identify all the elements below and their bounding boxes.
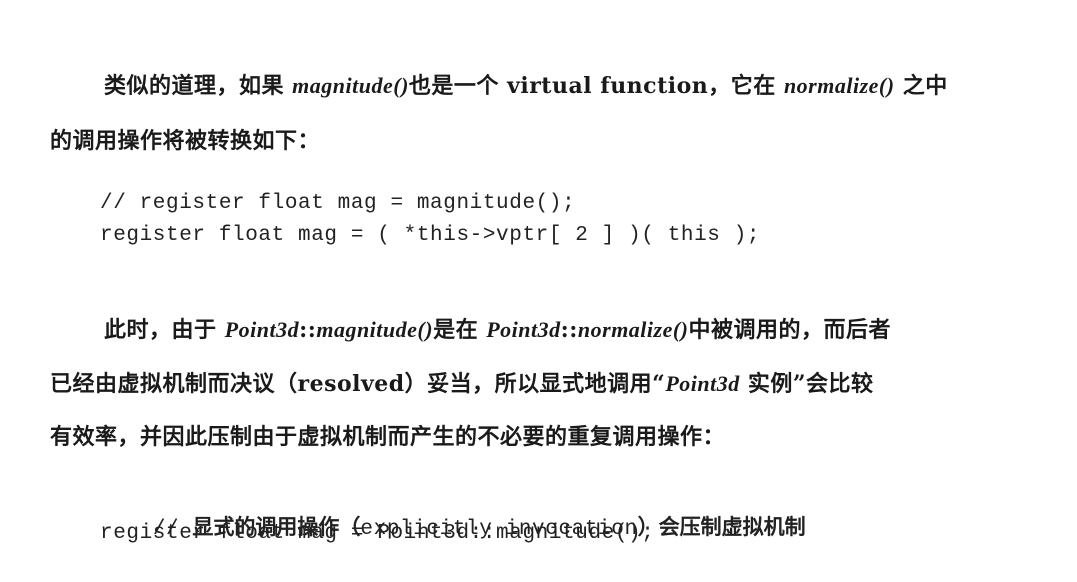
italic-term: magnitude() (316, 317, 434, 342)
text-segment: 实例”会比较 (739, 371, 874, 397)
paragraph-2-line-1: 此时，由于 Point3d::magnitude()是在 Point3d::no… (104, 312, 891, 344)
italic-term: Point3d (665, 371, 740, 396)
text-segment: 也是一个 virtual function，它在 (408, 73, 784, 99)
text-segment: :: (560, 317, 578, 343)
paragraph-1-line-2: 的调用操作将被转换如下： (50, 128, 321, 154)
text-segment: 中被调用的，而后者 (688, 317, 892, 343)
italic-term: normalize() (783, 73, 895, 98)
italic-term: Point3d (224, 317, 300, 342)
text-segment: 是在 (433, 317, 487, 343)
book-page: 类似的道理，如果 magnitude()也是一个 virtual functio… (0, 0, 1077, 582)
text-segment: 类似的道理，如果 (104, 73, 293, 99)
text-segment: 已经由虚拟机制而决议（resolved）妥当，所以显式地调用“ (50, 371, 666, 397)
italic-term: Point3d (486, 317, 561, 342)
code-line-statement: register float mag = ( *this->vptr[ 2 ] … (100, 224, 761, 247)
text-segment: :: (299, 317, 317, 343)
italic-term: magnitude() (292, 73, 409, 98)
paragraph-2-line-2: 已经由虚拟机制而决议（resolved）妥当，所以显式地调用“Point3d 实… (50, 366, 874, 398)
comment-text: ）会压制虚拟机制 (637, 515, 806, 539)
code-line-statement: register float mag = Point3d::magnitude(… (100, 522, 655, 545)
code-line-comment: // register float mag = magnitude(); (100, 192, 576, 215)
paragraph-1-line-1: 类似的道理，如果 magnitude()也是一个 virtual functio… (104, 68, 948, 100)
text-segment: 此时，由于 (104, 317, 225, 343)
text-segment: 之中 (894, 73, 948, 99)
italic-term: normalize() (577, 317, 689, 342)
paragraph-2-line-3: 有效率，并因此压制由于虚拟机制而产生的不必要的重复调用操作： (50, 424, 726, 450)
